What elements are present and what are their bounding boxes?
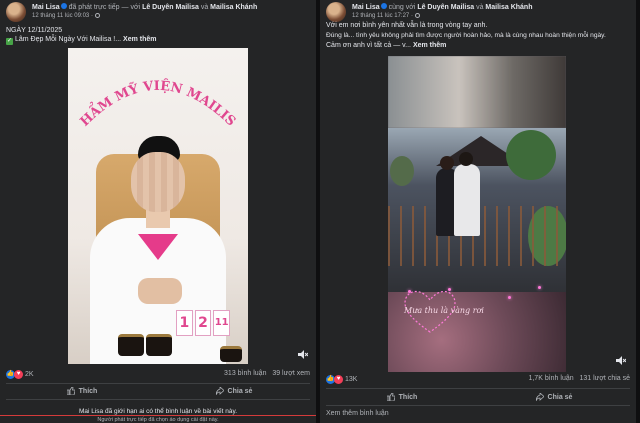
timestamp[interactable]: 12 tháng 11 lúc 17:27 — [352, 13, 409, 19]
reactions[interactable]: 👍 ♥ 13K — [326, 375, 357, 384]
mute-icon[interactable] — [616, 356, 626, 365]
verified-icon — [60, 3, 67, 9]
thumbs-up-icon — [386, 393, 395, 401]
comment-restriction-sub: Người phát trực tiếp đã chọn áo dụng cài… — [97, 417, 219, 423]
person-head — [440, 156, 454, 170]
author-name[interactable]: Mai Lisa — [352, 4, 380, 11]
caption-line-2: Đúng là... tình yêu không phải tìm được … — [326, 32, 606, 39]
caption-line-1: Với em nơi bình yên nhất vẫn là trong vò… — [326, 22, 488, 29]
blurred-face — [131, 152, 185, 212]
comment-count[interactable]: 1,7K bình luận — [528, 375, 573, 382]
person-man — [454, 164, 480, 236]
conj-text: và — [476, 4, 484, 11]
blurred-top-frame — [388, 56, 566, 128]
like-label: Thích — [78, 387, 98, 395]
svg-text:THẨM MỸ VIỆN MAILISA: THẨM MỸ VIỆN MAILISA — [78, 62, 238, 130]
calendar-tiles: 1 2 11 — [176, 310, 231, 336]
love-reaction-icon: ♥ — [14, 370, 23, 379]
avatar[interactable] — [6, 2, 26, 22]
tag-link-2[interactable]: Mailisa Khánh — [210, 4, 257, 11]
like-label: Thích — [398, 393, 418, 401]
action-bar: Thích Chia sẻ — [6, 384, 310, 398]
tag-link-1[interactable]: Lê Duyên Mailisa — [417, 4, 474, 11]
post-card-left: Mai Lisa đã phát trực tiếp — với Lê Duyê… — [0, 0, 316, 423]
globe-icon — [94, 13, 100, 18]
sparkle — [508, 296, 511, 299]
post-stats: 👍 ♥ 2K 313 bình luận 39 lượt xem — [6, 370, 310, 382]
action-text: cùng với — [388, 4, 416, 11]
sparkle — [408, 290, 411, 293]
post-meta: 12 tháng 11 lúc 17:27 · — [352, 13, 420, 19]
caption-line-2: ✓ Lâm Đẹp Mỗi Ngày Với Mailisa !... Xem … — [6, 36, 157, 45]
like-button[interactable]: Thích — [6, 384, 158, 398]
mute-icon[interactable] — [298, 350, 308, 359]
share-label: Chia sẻ — [227, 387, 253, 395]
tree-shape — [390, 156, 414, 186]
video-player[interactable]: THẨM MỸ VIỆN MAILISA 1 2 11 — [68, 48, 248, 364]
product-jar — [220, 346, 242, 362]
view-more-comments-link[interactable]: Xem thêm bình luận — [326, 410, 389, 417]
thumbs-up-icon — [66, 387, 75, 395]
comment-count[interactable]: 313 bình luận — [224, 370, 266, 377]
video-player[interactable]: Mưa thu là vàng rơi — [388, 56, 566, 372]
author-name[interactable]: Mai Lisa — [32, 4, 60, 11]
divider — [326, 388, 630, 389]
reaction-count[interactable]: 13K — [345, 376, 357, 383]
product-jar — [146, 334, 172, 356]
reactions[interactable]: 👍 ♥ 2K — [6, 370, 34, 379]
calendar-tile: 11 — [213, 310, 231, 336]
share-icon — [215, 387, 224, 395]
calendar-tile: 1 — [176, 310, 193, 336]
globe-icon — [414, 13, 420, 18]
engagement-counts: 313 bình luận 39 lượt xem — [224, 370, 310, 377]
divider — [326, 405, 630, 406]
avatar[interactable] — [326, 2, 346, 22]
video-caption: Mưa thu là vàng rơi — [404, 306, 484, 315]
sparkle — [448, 288, 451, 291]
caption-line-3: Cảm ơn anh vì tất cả — v... Xem thêm — [326, 42, 447, 49]
like-button[interactable]: Thích — [326, 390, 478, 404]
person-hands — [138, 278, 182, 304]
comment-restriction-notice: Mai Lisa đã giới hạn ai có thể bình luận… — [0, 408, 316, 416]
post-author-line: Mai Lisa cùng với Lê Duyên Mailisa và Ma… — [352, 3, 533, 11]
share-button[interactable]: Chia sẻ — [478, 390, 630, 404]
caption-line-1: NGÀY 12/11/2025 — [6, 27, 63, 34]
post-meta: 12 tháng 11 lúc 09:03 · — [32, 13, 100, 19]
tree-shape — [506, 130, 556, 180]
action-bar: Thích Chia sẻ — [326, 390, 630, 404]
conj-text: và — [200, 4, 209, 11]
post-card-right: Mai Lisa cùng với Lê Duyên Mailisa và Ma… — [320, 0, 636, 423]
share-label: Chia sẻ — [547, 393, 573, 401]
product-jar — [118, 334, 144, 356]
tag-link-2[interactable]: Mailisa Khánh — [485, 4, 532, 11]
share-button[interactable]: Chia sẻ — [158, 384, 310, 398]
post-author-line: Mai Lisa đã phát trực tiếp — với Lê Duyê… — [32, 3, 257, 11]
love-reaction-icon: ♥ — [334, 375, 343, 384]
reaction-count[interactable]: 2K — [25, 371, 34, 378]
sparkle — [538, 286, 541, 289]
divider — [6, 399, 310, 400]
view-count: 39 lượt xem — [272, 370, 310, 377]
checkmark-icon: ✓ — [6, 38, 13, 45]
engagement-counts: 1,7K bình luận 131 lượt chia sẻ — [528, 375, 630, 382]
brand-text: THẨM MỸ VIỆN MAILISA — [78, 62, 238, 130]
timestamp[interactable]: 12 tháng 11 lúc 09:03 — [32, 13, 89, 19]
post-stats: 👍 ♥ 13K 1,7K bình luận 131 lượt chia sẻ — [326, 375, 630, 387]
verified-icon — [380, 3, 387, 9]
tag-link-1[interactable]: Lê Duyên Mailisa — [142, 4, 199, 11]
see-more-link[interactable]: Xem thêm — [413, 42, 446, 49]
calendar-tile: 2 — [194, 310, 212, 336]
brand-sign: THẨM MỸ VIỆN MAILISA — [78, 62, 238, 130]
share-icon — [535, 393, 544, 401]
news-feed: Mai Lisa đã phát trực tiếp — với Lê Duyê… — [0, 0, 640, 423]
action-text: đã phát trực tiếp — với — [68, 4, 141, 11]
person-head — [459, 152, 473, 166]
share-count[interactable]: 131 lượt chia sẻ — [579, 375, 630, 382]
see-more-link[interactable]: Xem thêm — [123, 36, 156, 43]
